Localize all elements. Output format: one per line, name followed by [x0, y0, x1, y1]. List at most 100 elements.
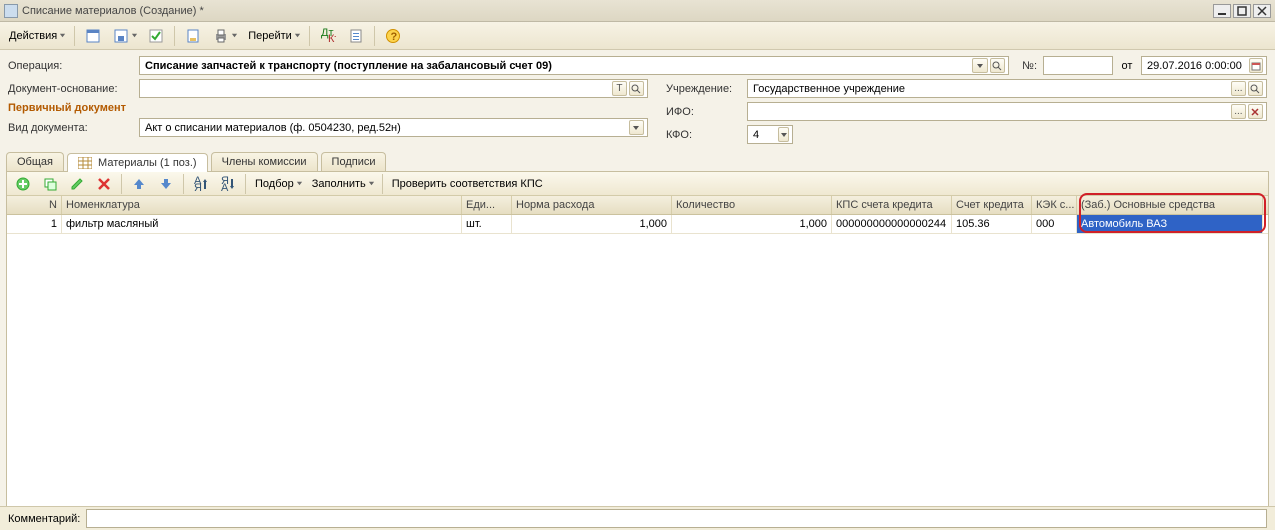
- cell-sk[interactable]: 105.36: [952, 215, 1032, 233]
- basis-field[interactable]: T: [139, 79, 648, 98]
- window-titlebar: Списание материалов (Создание) *: [0, 0, 1275, 22]
- col-n[interactable]: N: [7, 196, 62, 214]
- check-kps-button[interactable]: Проверить соответствия КПС: [387, 174, 548, 194]
- cell-kps[interactable]: 000000000000000244: [832, 215, 952, 233]
- institution-search-button[interactable]: [1248, 81, 1263, 96]
- comment-input[interactable]: [90, 512, 1263, 526]
- main-toolbar: Действия Перейти ДтКт ?: [0, 22, 1275, 50]
- record-button[interactable]: [180, 25, 206, 47]
- add-row-button[interactable]: [10, 174, 36, 194]
- col-sk[interactable]: Счет кредита: [952, 196, 1032, 214]
- col-nom[interactable]: Номенклатура: [62, 196, 462, 214]
- col-kek[interactable]: КЭК с...: [1032, 196, 1077, 214]
- col-qty[interactable]: Количество: [672, 196, 832, 214]
- col-kps[interactable]: КПС счета кредита: [832, 196, 952, 214]
- kfo-dropdown-button[interactable]: [778, 127, 789, 142]
- window-title: Списание материалов (Создание) *: [22, 5, 1213, 17]
- form-area: Операция: №: от Документ-основание: T Пе…: [0, 50, 1275, 150]
- close-button[interactable]: [1253, 4, 1271, 18]
- svg-text:Кт: Кт: [328, 33, 336, 44]
- ifo-select-button[interactable]: ...: [1231, 104, 1246, 119]
- sort-asc-button[interactable]: АЯ: [188, 174, 214, 194]
- grid-empty-area[interactable]: [7, 234, 1268, 510]
- number-input[interactable]: [1047, 59, 1109, 73]
- primary-doc-section: Первичный документ: [8, 102, 648, 114]
- basis-label: Документ-основание:: [8, 83, 133, 95]
- col-ed[interactable]: Еди...: [462, 196, 512, 214]
- institution-field[interactable]: ...: [747, 79, 1267, 98]
- cell-qty[interactable]: 1,000: [672, 215, 832, 233]
- doctype-field[interactable]: [139, 118, 648, 137]
- institution-input[interactable]: [751, 82, 1229, 96]
- operation-dropdown-button[interactable]: [972, 58, 987, 73]
- cell-os[interactable]: Автомобиль ВАЗ: [1077, 215, 1263, 233]
- tab-general[interactable]: Общая: [6, 152, 64, 171]
- ifo-clear-button[interactable]: [1248, 104, 1263, 119]
- move-up-button[interactable]: [126, 174, 152, 194]
- date-field[interactable]: [1141, 56, 1267, 75]
- select-items-button[interactable]: Подбор: [250, 174, 306, 194]
- operation-search-button[interactable]: [990, 58, 1005, 73]
- col-norm[interactable]: Норма расхода: [512, 196, 672, 214]
- operation-label: Операция:: [8, 60, 133, 72]
- comment-field[interactable]: [86, 509, 1267, 528]
- kfo-label: КФО:: [666, 129, 741, 141]
- move-down-button[interactable]: [153, 174, 179, 194]
- basis-search-button[interactable]: [629, 81, 644, 96]
- institution-label: Учреждение:: [666, 83, 741, 95]
- cell-kek[interactable]: 000: [1032, 215, 1077, 233]
- grid-header: N Номенклатура Еди... Норма расхода Коли…: [7, 196, 1268, 215]
- grid-toolbar: АЯ ЯА Подбор Заполнить Проверить соответ…: [7, 172, 1268, 196]
- cell-nom[interactable]: фильтр масляный: [62, 215, 462, 233]
- doctype-input[interactable]: [143, 121, 627, 135]
- date-input[interactable]: [1145, 59, 1247, 73]
- date-calendar-button[interactable]: [1249, 58, 1263, 73]
- sort-desc-button[interactable]: ЯА: [215, 174, 241, 194]
- save-and-close-button[interactable]: [80, 25, 106, 47]
- comment-label: Комментарий:: [8, 513, 80, 525]
- ifo-label: ИФО:: [666, 106, 741, 118]
- footer: Комментарий:: [0, 506, 1275, 530]
- basis-input[interactable]: [143, 82, 610, 96]
- svg-text:Я: Я: [194, 182, 202, 192]
- operation-input[interactable]: [143, 59, 970, 73]
- operation-field[interactable]: [139, 56, 1009, 75]
- doctype-label: Вид документа:: [8, 122, 133, 134]
- copy-row-button[interactable]: [37, 174, 63, 194]
- doctype-dropdown-button[interactable]: [629, 120, 645, 135]
- kfo-input[interactable]: [751, 128, 776, 142]
- col-os[interactable]: (Заб.) Основные средства: [1077, 196, 1263, 214]
- tab-signatures[interactable]: Подписи: [321, 152, 387, 171]
- help-button[interactable]: ?: [380, 25, 406, 47]
- ifo-field[interactable]: ...: [747, 102, 1267, 121]
- table-row[interactable]: 1 фильтр масляный шт. 1,000 1,000 000000…: [7, 215, 1268, 234]
- minimize-button[interactable]: [1213, 4, 1231, 18]
- goto-menu[interactable]: Перейти: [243, 25, 304, 47]
- number-label: №:: [1015, 60, 1037, 72]
- document-icon: [4, 4, 18, 18]
- svg-text:?: ?: [390, 31, 397, 43]
- dtct-button[interactable]: ДтКт: [315, 25, 341, 47]
- table-icon: [78, 157, 92, 169]
- basis-type-button[interactable]: T: [612, 81, 627, 96]
- kfo-field[interactable]: [747, 125, 793, 144]
- number-field[interactable]: [1043, 56, 1113, 75]
- cell-ed[interactable]: шт.: [462, 215, 512, 233]
- report-button[interactable]: [343, 25, 369, 47]
- fill-button[interactable]: Заполнить: [307, 174, 378, 194]
- save-menu-button[interactable]: [108, 25, 141, 47]
- date-label: от: [1119, 60, 1135, 72]
- delete-row-button[interactable]: [91, 174, 117, 194]
- tab-commission[interactable]: Члены комиссии: [211, 152, 318, 171]
- maximize-button[interactable]: [1233, 4, 1251, 18]
- ifo-input[interactable]: [751, 105, 1229, 119]
- goto-label: Перейти: [248, 30, 292, 42]
- cell-n[interactable]: 1: [7, 215, 62, 233]
- edit-row-button[interactable]: [64, 174, 90, 194]
- actions-menu[interactable]: Действия: [4, 25, 69, 47]
- institution-select-button[interactable]: ...: [1231, 81, 1246, 96]
- cell-norm[interactable]: 1,000: [512, 215, 672, 233]
- print-menu-button[interactable]: [208, 25, 241, 47]
- post-button[interactable]: [143, 25, 169, 47]
- tab-materials[interactable]: Материалы (1 поз.): [67, 153, 208, 172]
